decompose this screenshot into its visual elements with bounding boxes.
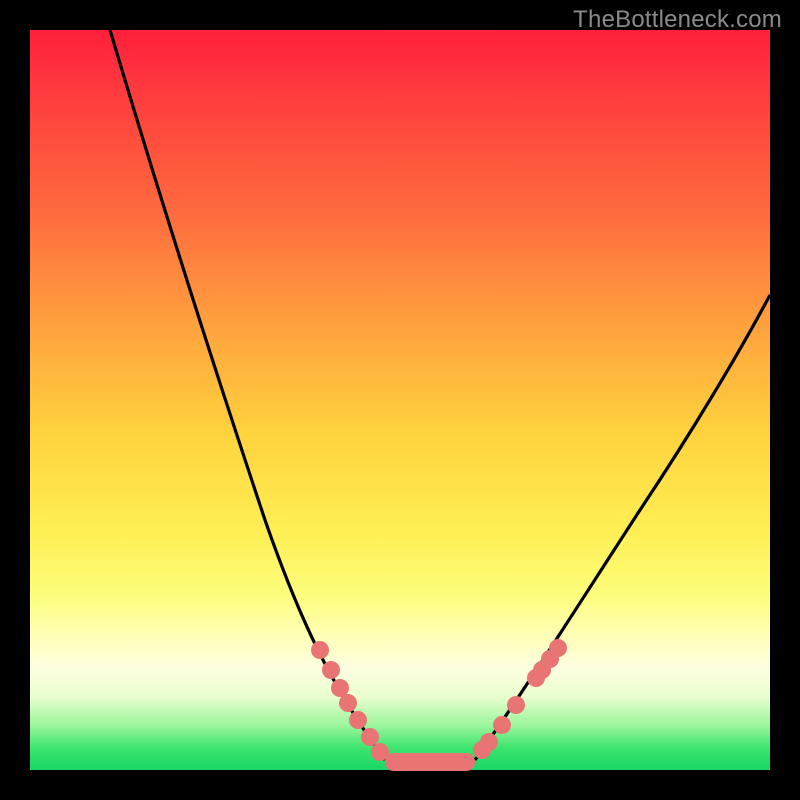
chart-frame: TheBottleneck.com [0, 0, 800, 800]
marker-dot [549, 639, 567, 657]
marker-dot [361, 728, 379, 746]
watermark-text: TheBottleneck.com [573, 6, 782, 34]
marker-dot [349, 711, 367, 729]
marker-dot [371, 743, 389, 761]
bottom-flat-marker [385, 753, 475, 771]
marker-dot [322, 661, 340, 679]
marker-dot [507, 696, 525, 714]
chart-svg [30, 30, 770, 770]
chart-plot-area [30, 30, 770, 770]
curve-right [475, 295, 770, 760]
marker-dot [493, 716, 511, 734]
marker-dot [339, 694, 357, 712]
marker-dot [311, 641, 329, 659]
curve-left [110, 30, 385, 760]
marker-dot [480, 733, 498, 751]
